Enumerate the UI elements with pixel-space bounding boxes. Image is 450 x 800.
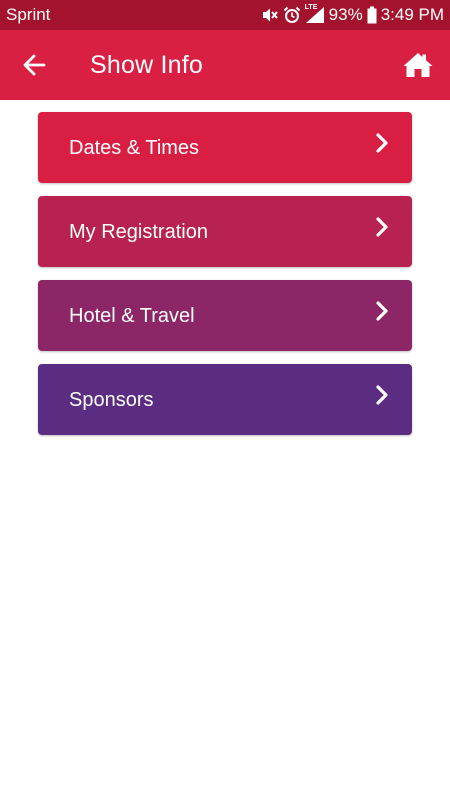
battery-percent: 93% <box>328 5 363 24</box>
menu-item-hotel-travel[interactable]: Hotel & Travel <box>38 280 412 351</box>
arrow-left-icon <box>22 54 46 76</box>
signal-icon: LTE <box>304 4 325 24</box>
app-bar: Show Info <box>0 30 450 100</box>
menu-item-label: My Registration <box>69 221 208 243</box>
alarm-icon <box>283 6 301 24</box>
menu-item-label: Hotel & Travel <box>69 305 195 327</box>
network-type: LTE <box>304 4 318 11</box>
mute-icon <box>261 7 279 23</box>
menu-item-label: Sponsors <box>69 389 154 411</box>
chevron-right-icon <box>374 384 390 406</box>
menu-item-sponsors[interactable]: Sponsors <box>38 364 412 435</box>
battery-icon <box>367 6 377 24</box>
chevron-right-icon <box>374 300 390 322</box>
clock: 3:49 PM <box>380 5 444 24</box>
status-bar: Sprint LTE 93% 3:49 PM <box>0 0 450 30</box>
menu-item-dates-times[interactable]: Dates & Times <box>38 112 412 183</box>
home-button[interactable] <box>398 47 438 83</box>
carrier-name: Sprint <box>6 5 51 24</box>
menu-item-label: Dates & Times <box>69 137 200 159</box>
menu-item-my-registration[interactable]: My Registration <box>38 196 412 267</box>
status-indicators: LTE 93% 3:49 PM <box>261 4 444 25</box>
page-title: Show Info <box>90 51 203 79</box>
home-icon <box>402 51 434 79</box>
back-button[interactable] <box>14 47 54 83</box>
menu-list: Dates & Times My Registration Hotel & Tr… <box>38 112 412 448</box>
chevron-right-icon <box>374 216 390 238</box>
chevron-right-icon <box>374 132 390 154</box>
